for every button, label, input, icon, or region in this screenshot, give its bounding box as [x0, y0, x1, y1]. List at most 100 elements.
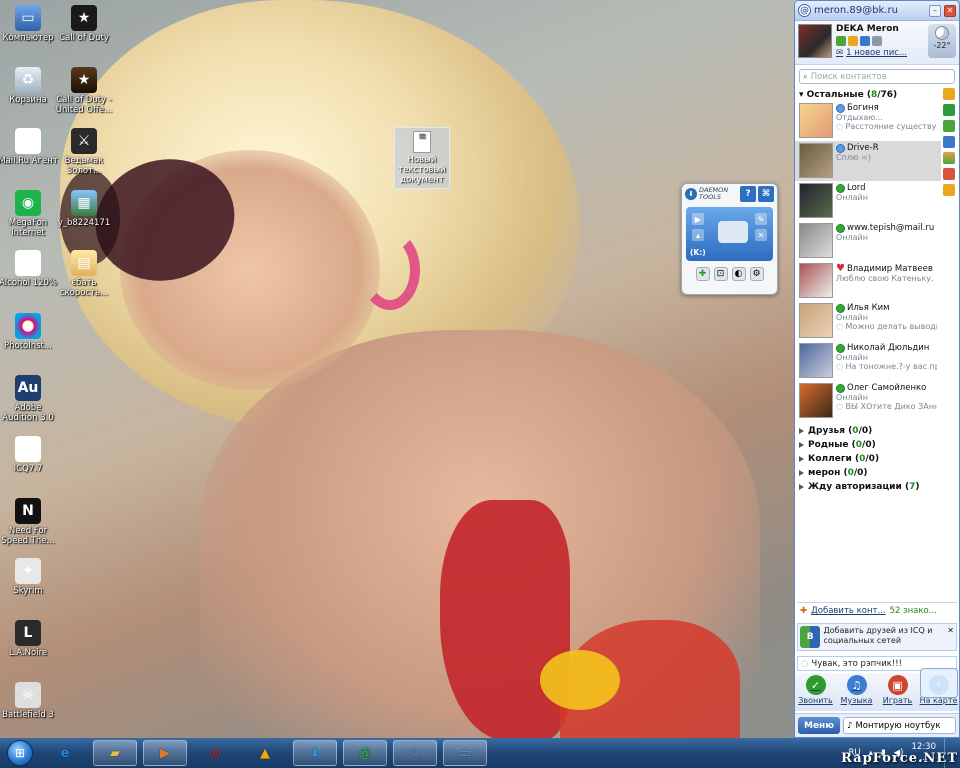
contact-avatar[interactable]: [799, 183, 833, 218]
contact-row[interactable]: Николай Дюльдин Онлайн ◌ На тоножне.?-у ва…: [795, 341, 941, 381]
mail-ru-agent-window[interactable]: @ meron.89@bk.ru – ✕ DEKA Meron ✉ 1 ново…: [794, 0, 960, 738]
contact-row[interactable]: Drive-R Сплю =): [795, 141, 941, 181]
taskbar-chrome-button[interactable]: ◎: [193, 740, 237, 766]
desktop-shortcut[interactable]: A Alcohol 120%: [0, 250, 59, 288]
desktop-shortcut[interactable]: ☠ Battlefield 3: [0, 682, 59, 720]
desktop-shortcut[interactable]: ▦ y_b8224171: [53, 190, 115, 228]
app-call[interactable]: ✓ Звонить: [797, 675, 835, 711]
desktop-shortcut[interactable]: @ Mail.Ru Агент: [0, 128, 59, 166]
desktop-shortcut-label: Battlefield 3: [2, 710, 54, 720]
mood-icon[interactable]: [848, 36, 858, 46]
desktop-shortcut[interactable]: ★ Call of Duty - United Offe...: [53, 67, 115, 115]
desktop-shortcut[interactable]: N Need For Speed.The...: [0, 498, 59, 546]
profile-name[interactable]: DEKA Meron: [836, 24, 924, 34]
games-side-icon[interactable]: [943, 168, 955, 180]
contact-avatar[interactable]: [799, 383, 833, 418]
desktop-shortcut[interactable]: ▤ єбать скорость...: [53, 250, 115, 298]
group-header[interactable]: Жду авторизации (7): [799, 480, 955, 494]
desktop-shortcut[interactable]: ▭ Компьютер: [0, 5, 59, 43]
contact-row[interactable]: Lord Онлайн: [795, 181, 941, 221]
taskbar-aimp-button[interactable]: ▲: [243, 740, 287, 766]
contact-avatar[interactable]: [799, 343, 833, 378]
contact-row[interactable]: Богиня Отдыхаю... ◌ Расстояние существует: [795, 101, 941, 141]
start-button[interactable]: ⊞: [0, 738, 40, 768]
desktop-shortcut-label: ICQ7.7: [13, 464, 43, 474]
settings-icon[interactable]: ⚙: [749, 267, 764, 281]
desktop-shortcut[interactable]: ♻ Корзина: [0, 67, 59, 105]
notifications-icon[interactable]: [943, 184, 955, 196]
chat-icon[interactable]: [943, 104, 955, 116]
search-input[interactable]: Поиск контактов: [811, 72, 887, 82]
taskbar-media-player-button[interactable]: ▶: [143, 740, 187, 766]
app-music[interactable]: ♫ Музыка: [838, 675, 876, 711]
status-icon[interactable]: [836, 36, 846, 46]
desktop-shortcut[interactable]: ● PhotoInst...: [0, 313, 59, 351]
now-playing[interactable]: ♪ Монтирую ноутбук: [843, 717, 956, 734]
taskbar-mail-agent-button[interactable]: @: [343, 740, 387, 766]
microblog-icon[interactable]: [872, 36, 882, 46]
add-drive-icon[interactable]: ✚: [695, 267, 710, 281]
desktop-shortcut[interactable]: Au Adobe Audition 3.0: [0, 375, 59, 423]
group-header-main[interactable]: ▾ Остальные (8/76): [795, 86, 959, 101]
new-mail-link[interactable]: ✉ 1 новое пис...: [836, 48, 924, 58]
contact-avatar[interactable]: [799, 303, 833, 338]
daemon-rss-button[interactable]: ⌘: [758, 186, 774, 202]
app-games[interactable]: ▣ Играть: [879, 675, 917, 711]
desktop-shortcut[interactable]: ✦ Skyrim: [0, 558, 59, 596]
desktop-shortcut[interactable]: ⚔ Ведьмак Золот...: [53, 128, 115, 176]
promo-close-icon[interactable]: ✕: [947, 626, 954, 648]
weather-widget[interactable]: -22°: [928, 24, 956, 58]
contact-row[interactable]: ♥ Владимир Матвеев Люблю свою Катеньку.: [795, 261, 941, 301]
eject-icon[interactable]: ▴: [692, 229, 704, 241]
sound-icon[interactable]: [943, 136, 955, 148]
call-of-duty-uo-icon: ★: [71, 67, 97, 93]
contact-row[interactable]: www.tepish@mail.ru Онлайн: [795, 221, 941, 261]
lock-icon[interactable]: ⊡: [713, 267, 728, 281]
add-contact-icon[interactable]: [943, 88, 955, 100]
taskbar-window-button[interactable]: ▭: [443, 740, 487, 766]
close-button[interactable]: ✕: [944, 4, 956, 17]
desktop-shortcut[interactable]: ★ Call of Duty: [53, 5, 115, 43]
play-icon[interactable]: ▶: [692, 213, 704, 225]
desktop-shortcut[interactable]: ✿ ICQ7.7: [0, 436, 59, 474]
taskbar-paint-button[interactable]: ✎: [393, 740, 437, 766]
virtual-drive[interactable]: ▶ ▴ ✎ ✕ (K:): [686, 207, 773, 261]
online-filter-icon[interactable]: [943, 120, 955, 132]
desktop-shortcut[interactable]: ◉ MegaFon Internet: [0, 190, 59, 238]
contact-avatar[interactable]: [799, 223, 833, 258]
add-contact-link[interactable]: Добавить конт...: [811, 606, 885, 616]
contact-avatar[interactable]: [799, 103, 833, 138]
contact-search[interactable]: ⌕ Поиск контактов: [799, 69, 955, 84]
recycle-bin-icon: ♻: [15, 67, 41, 93]
group-header[interactable]: Коллеги (0/0): [799, 452, 955, 466]
menu-button[interactable]: Меню: [798, 717, 841, 734]
agent-titlebar[interactable]: @ meron.89@bk.ru – ✕: [795, 1, 959, 21]
taskbar-daemon-tools-button[interactable]: ⬇: [293, 740, 337, 766]
avatar[interactable]: [798, 24, 832, 58]
contact-row[interactable]: Олег Самойленко Онлайн ◌ ВЫ ХОтите Дико ЗА…: [795, 381, 941, 421]
apps-icon[interactable]: [943, 152, 955, 164]
group-header[interactable]: Родные (0/0): [799, 438, 955, 452]
mini-gadget[interactable]: [920, 668, 958, 698]
speech-bubble-icon: ◌: [836, 402, 846, 411]
camera-icon[interactable]: [860, 36, 870, 46]
desktop-shortcut-label: MegaFon Internet: [8, 218, 48, 238]
taskbar-ie-button[interactable]: e: [43, 740, 87, 766]
daemon-tools-gadget[interactable]: ⬇ DAEMON TOOLS ? ⌘ ▶ ▴ ✎ ✕ (K:) ✚ ⊡ ◐ ⚙: [681, 183, 778, 295]
group-header[interactable]: мерон (0/0): [799, 466, 955, 480]
promo-banner[interactable]: B Добавить друзей из ICQ и социальных се…: [797, 623, 957, 651]
remove-drive-icon[interactable]: ✕: [755, 229, 767, 241]
disc-image-icon[interactable]: ◐: [731, 267, 746, 281]
taskbar-explorer-button[interactable]: ▰: [93, 740, 137, 766]
minimize-button[interactable]: –: [929, 4, 941, 17]
desktop-shortcut[interactable]: L L.A.Noire: [0, 620, 59, 658]
daemon-help-button[interactable]: ?: [740, 186, 756, 202]
acquaintance-link[interactable]: 52 знако...: [890, 606, 937, 616]
contact-row[interactable]: Илья КимОнлайн◌ Можно делать выводы...: [795, 301, 941, 341]
desktop-file-new-text[interactable]: ≡ Новый текстовый документ: [394, 127, 450, 189]
online-status-icon: [836, 383, 845, 393]
contact-avatar[interactable]: [799, 263, 833, 298]
wrench-icon[interactable]: ✎: [755, 213, 767, 225]
group-header[interactable]: Друзья (0/0): [799, 424, 955, 438]
contact-avatar[interactable]: [799, 143, 833, 178]
